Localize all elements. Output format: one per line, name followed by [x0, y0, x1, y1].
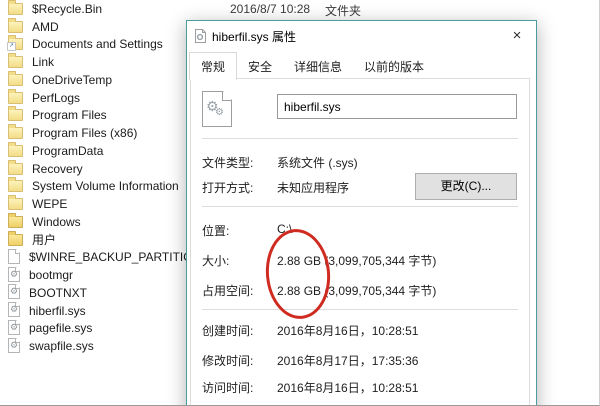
- size-on-disk-value: 2.88 GB (3,099,705,344 字节): [277, 284, 437, 298]
- screenshot-root: 2016/8/7 10:28 文件夹 $Recycle.BinAMDDocume…: [0, 0, 600, 406]
- folder-icon: [8, 106, 23, 122]
- location-label: 位置:: [202, 224, 230, 238]
- file-name-label: Windows: [32, 214, 81, 229]
- file-name-label: $Recycle.Bin: [32, 1, 103, 16]
- folder-icon: [8, 141, 23, 157]
- folder-icon: [8, 88, 23, 104]
- file-name-label: BOOTNXT: [29, 285, 88, 300]
- separator: [202, 309, 518, 310]
- folder-icon: [8, 195, 23, 211]
- file-name-label: AMD: [32, 19, 59, 34]
- tab-2[interactable]: 详细信息: [283, 54, 353, 79]
- file-name-label: swapfile.sys: [29, 339, 94, 354]
- file-name-label: pagefile.sys: [29, 321, 93, 336]
- created-label: 创建时间:: [202, 324, 254, 338]
- folder-icon: [8, 17, 23, 33]
- folder-icon: [8, 0, 23, 15]
- change-button[interactable]: 更改(C)...: [415, 173, 517, 200]
- system-file-icon: [195, 29, 206, 43]
- tab-strip: 常规 安全 详细信息 以前的版本: [189, 52, 528, 80]
- system-file-icon: [8, 337, 20, 353]
- tab-3[interactable]: 以前的版本: [353, 54, 435, 79]
- file-name-label: Documents and Settings: [32, 37, 163, 52]
- folder-icon: [8, 177, 23, 193]
- file-name-label: PerfLogs: [32, 90, 81, 105]
- properties-dialog: hiberfil.sys 属性 × 常规安全详细信息以前的版本 ⚙ ⚙ 文件类型…: [186, 20, 537, 405]
- modified-label: 修改时间:: [202, 354, 254, 368]
- file-name-label: Program Files: [32, 108, 107, 123]
- file-name-label: hiberfil.sys: [29, 303, 86, 318]
- size-label: 大小:: [202, 254, 230, 268]
- modified-value: 2016年8月17日，17:35:36: [277, 354, 419, 368]
- folder-full-icon: [8, 230, 23, 246]
- file-type-value: 系统文件 (.sys): [277, 156, 358, 170]
- file-name-label: WEPE: [32, 197, 68, 212]
- open-with-value: 未知应用程序: [277, 181, 350, 195]
- system-file-icon: [8, 319, 20, 335]
- file-name-label: Program Files (x86): [32, 126, 138, 141]
- tab-1[interactable]: 安全: [237, 54, 283, 79]
- accessed-label: 访问时间:: [202, 381, 254, 395]
- file-name-label: 用户: [32, 233, 57, 248]
- file-name-label: ProgramData: [32, 143, 104, 158]
- dialog-titlebar[interactable]: hiberfil.sys 属性 ×: [187, 21, 536, 51]
- file-name-label: OneDriveTemp: [32, 72, 113, 87]
- separator: [202, 206, 518, 207]
- size-value: 2.88 GB (3,099,705,344 字节): [277, 254, 437, 268]
- folder-full-icon: [8, 212, 23, 228]
- separator: [202, 138, 518, 139]
- dialog-title: hiberfil.sys 属性: [212, 29, 297, 44]
- file-name-label: Recovery: [32, 161, 83, 176]
- open-with-label: 打开方式:: [202, 181, 254, 195]
- accessed-value: 2016年8月16日，10:28:51: [277, 381, 419, 395]
- close-button[interactable]: ×: [498, 21, 536, 49]
- file-name-label: bootmgr: [29, 268, 74, 283]
- tab-0[interactable]: 常规: [189, 52, 238, 80]
- created-value: 2016年8月16日，10:28:51: [277, 324, 419, 338]
- file-name-label: System Volume Information: [32, 179, 179, 194]
- folder-icon: [8, 70, 23, 86]
- folder-icon: [8, 53, 23, 69]
- file-list-item[interactable]: $Recycle.Bin: [0, 0, 599, 18]
- folder-icon: [8, 159, 23, 175]
- system-file-icon-large: ⚙ ⚙: [202, 91, 232, 127]
- system-file-icon: [8, 266, 20, 282]
- file-icon: [8, 248, 20, 264]
- system-file-icon: [8, 302, 20, 318]
- location-value: C:\: [277, 222, 293, 236]
- file-type-label: 文件类型:: [202, 156, 254, 170]
- filename-input[interactable]: [277, 94, 517, 119]
- system-file-icon: [8, 284, 20, 300]
- file-name-label: Link: [32, 55, 55, 70]
- size-on-disk-label: 占用空间:: [202, 284, 254, 298]
- general-tab-page: ⚙ ⚙ 文件类型: 系统文件 (.sys) 打开方式: 未知应用程序 更改(C)…: [190, 78, 530, 405]
- folder-icon: [8, 124, 23, 140]
- folder-shortcut-icon: [7, 35, 23, 52]
